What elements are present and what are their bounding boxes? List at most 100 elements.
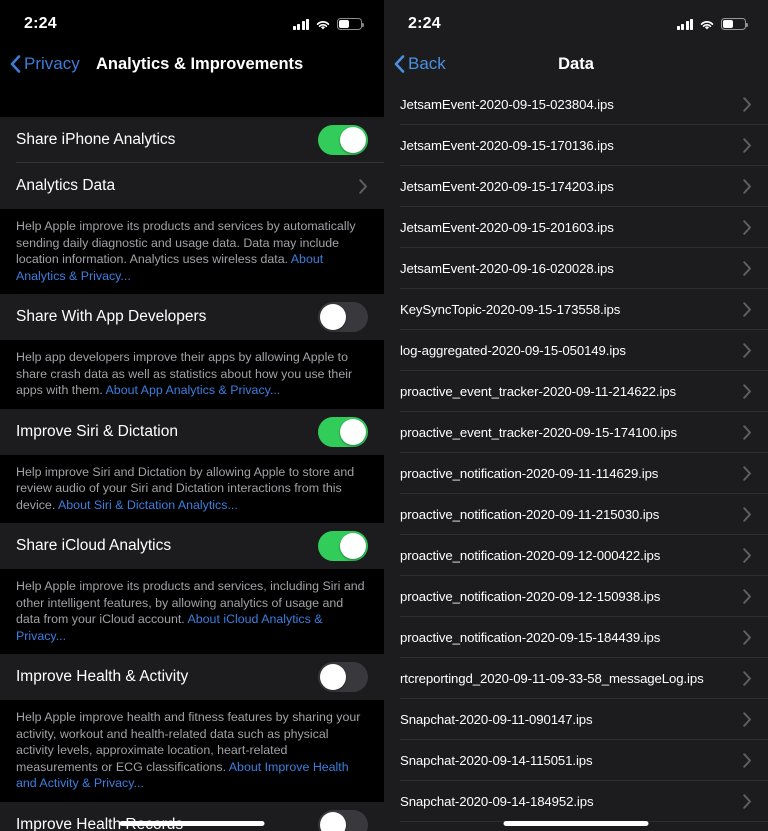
status-bar-icons — [292, 14, 365, 30]
chevron-right-icon — [359, 178, 368, 194]
chevron-right-icon — [743, 343, 752, 358]
settings-row-label: Share iPhone Analytics — [16, 131, 176, 148]
toggle-knob — [320, 811, 346, 831]
toggle-knob — [320, 304, 346, 330]
chevron-right-icon — [743, 220, 752, 235]
analytics-data-row[interactable]: Snapchat-2020-09-11-090147.ips — [384, 699, 768, 740]
analytics-data-row[interactable]: JetsamEvent-2020-09-15-201603.ips — [384, 207, 768, 248]
analytics-file-name: JetsamEvent-2020-09-15-174203.ips — [400, 179, 614, 194]
analytics-data-row[interactable]: log-aggregated-2020-09-15-050149.ips — [384, 330, 768, 371]
footer-privacy-link[interactable]: About App Analytics & Privacy... — [106, 383, 281, 397]
section-footer-text: Help app developers improve their apps b… — [0, 340, 384, 409]
analytics-data-row[interactable]: JetsamEvent-2020-09-16-020028.ips — [384, 248, 768, 289]
analytics-file-name: JetsamEvent-2020-09-16-020028.ips — [400, 261, 614, 276]
chevron-right-icon — [743, 712, 752, 727]
analytics-data-row[interactable]: proactive_notification-2020-09-11-114629… — [384, 453, 768, 494]
analytics-data-row[interactable]: rtcreportingd_2020-09-11-09-33-58_messag… — [384, 658, 768, 699]
section-footer-text: Help Apple improve health and fitness fe… — [0, 700, 384, 802]
status-bar-right: 2:24 — [384, 0, 768, 44]
analytics-data-row[interactable]: JetsamEvent-2020-09-15-170136.ips — [384, 125, 768, 166]
analytics-file-name: KeySyncTopic-2020-09-15-173558.ips — [400, 302, 621, 317]
analytics-data-row[interactable]: proactive_notification-2020-09-11-215030… — [384, 494, 768, 535]
section-footer-text: Help Apple improve its products and serv… — [0, 569, 384, 654]
list-top-gap — [0, 84, 384, 117]
analytics-data-row[interactable]: JetsamEvent-2020-09-15-023804.ips — [384, 84, 768, 125]
chevron-right-icon — [743, 507, 752, 522]
settings-toggle-row[interactable]: Share iCloud Analytics — [0, 523, 384, 569]
analytics-file-name: proactive_event_tracker-2020-09-11-21462… — [400, 384, 677, 399]
toggle-knob — [340, 418, 366, 445]
analytics-file-name: proactive_notification-2020-09-15-184439… — [400, 630, 661, 645]
settings-disclosure-row[interactable]: Analytics Data — [0, 163, 384, 209]
toggle-knob — [340, 533, 366, 559]
wifi-icon — [699, 18, 715, 30]
chevron-right-icon — [743, 548, 752, 563]
nav-bar-left: Privacy Analytics & Improvements — [0, 44, 384, 84]
analytics-file-name: Snapchat-2020-09-11-090147.ips — [400, 712, 593, 727]
home-indicator — [503, 821, 649, 826]
settings-row-label: Improve Health & Activity — [16, 668, 189, 685]
settings-toggle-row[interactable]: Share With App Developers — [0, 294, 384, 340]
chevron-right-icon — [743, 589, 752, 604]
back-button-label: Back — [408, 54, 446, 73]
toggle-knob — [340, 127, 366, 153]
settings-toggle-row[interactable]: Improve Health & Activity — [0, 654, 384, 700]
chevron-right-icon — [743, 466, 752, 481]
toggle-switch[interactable] — [318, 809, 368, 831]
chevron-right-icon — [743, 671, 752, 686]
back-button-privacy[interactable]: Privacy — [10, 54, 80, 74]
back-button[interactable]: Back — [394, 54, 446, 74]
analytics-data-row[interactable]: proactive_notification-2020-09-12-000422… — [384, 535, 768, 576]
footer-privacy-link[interactable]: About Siri & Dictation Analytics... — [58, 498, 238, 512]
chevron-left-icon — [394, 55, 405, 73]
dual-phone-screenshot: 2:24 Privacy Analytics & Improvements Sh… — [0, 0, 768, 831]
analytics-file-name: proactive_notification-2020-09-12-000422… — [400, 548, 661, 563]
analytics-file-name: log-aggregated-2020-09-15-050149.ips — [400, 343, 626, 358]
analytics-data-row[interactable]: JetsamEvent-2020-09-15-174203.ips — [384, 166, 768, 207]
chevron-right-icon — [743, 630, 752, 645]
settings-toggle-row[interactable]: Improve Siri & Dictation — [0, 408, 384, 455]
chevron-right-icon — [743, 302, 752, 317]
analytics-file-name: Snapchat-2020-09-14-115051.ips — [400, 753, 593, 768]
analytics-data-row[interactable]: proactive_event_tracker-2020-09-15-17410… — [384, 412, 768, 453]
settings-toggle-row[interactable]: Improve Health Records — [0, 801, 384, 831]
settings-row-label: Improve Siri & Dictation — [16, 422, 178, 440]
toggle-switch[interactable] — [318, 662, 368, 692]
back-button-label: Privacy — [24, 54, 80, 73]
chevron-right-icon — [743, 179, 752, 194]
analytics-data-row[interactable]: KeySyncTopic-2020-09-15-173558.ips — [384, 289, 768, 330]
battery-icon — [721, 18, 749, 30]
right-phone-screen: 2:24 Back Data JetsamEvent-2020-09-15-02… — [384, 0, 768, 831]
section-footer-text: Help Apple improve its products and serv… — [0, 209, 384, 294]
analytics-data-row[interactable]: proactive_event_tracker-2020-09-11-21462… — [384, 371, 768, 412]
toggle-knob — [320, 664, 346, 690]
toggle-switch[interactable] — [318, 531, 368, 561]
settings-list[interactable]: Share iPhone Analytics Analytics Data Help… — [0, 84, 384, 831]
chevron-right-icon — [743, 384, 752, 399]
analytics-data-row[interactable]: proactive_notification-2020-09-12-150938… — [384, 576, 768, 617]
status-bar-time: 2:24 — [24, 15, 57, 32]
toggle-switch[interactable] — [318, 416, 368, 447]
analytics-file-name: JetsamEvent-2020-09-15-201603.ips — [400, 220, 614, 235]
signal-bars-icon — [676, 18, 693, 30]
analytics-file-name: Snapchat-2020-09-14-184952.ips — [400, 794, 594, 809]
chevron-right-icon — [743, 425, 752, 440]
analytics-file-name: JetsamEvent-2020-09-15-170136.ips — [400, 138, 614, 153]
analytics-data-row[interactable]: Snapchat-2020-09-14-184952.ips — [384, 781, 768, 822]
toggle-switch[interactable] — [318, 125, 368, 155]
settings-toggle-row[interactable]: Share iPhone Analytics — [0, 117, 384, 163]
analytics-file-name: proactive_notification-2020-09-11-114629… — [400, 466, 659, 481]
signal-bars-icon — [292, 18, 309, 30]
analytics-file-name: proactive_event_tracker-2020-09-15-17410… — [400, 425, 678, 440]
status-bar-left: 2:24 — [0, 0, 384, 44]
analytics-data-row[interactable]: Snapchat-2020-09-14-115051.ips — [384, 740, 768, 781]
analytics-data-row[interactable]: proactive_notification-2020-09-15-184439… — [384, 617, 768, 658]
analytics-data-list[interactable]: JetsamEvent-2020-09-15-023804.ips JetsamE… — [384, 84, 768, 831]
settings-row-label: Share With App Developers — [16, 308, 207, 325]
toggle-switch[interactable] — [318, 302, 368, 332]
section-footer-text: Help improve Siri and Dictation by allow… — [0, 454, 384, 523]
chevron-right-icon — [743, 97, 752, 112]
chevron-left-icon — [10, 55, 21, 73]
analytics-file-name: proactive_notification-2020-09-12-150938… — [400, 589, 661, 604]
analytics-file-name: JetsamEvent-2020-09-15-023804.ips — [400, 97, 614, 112]
